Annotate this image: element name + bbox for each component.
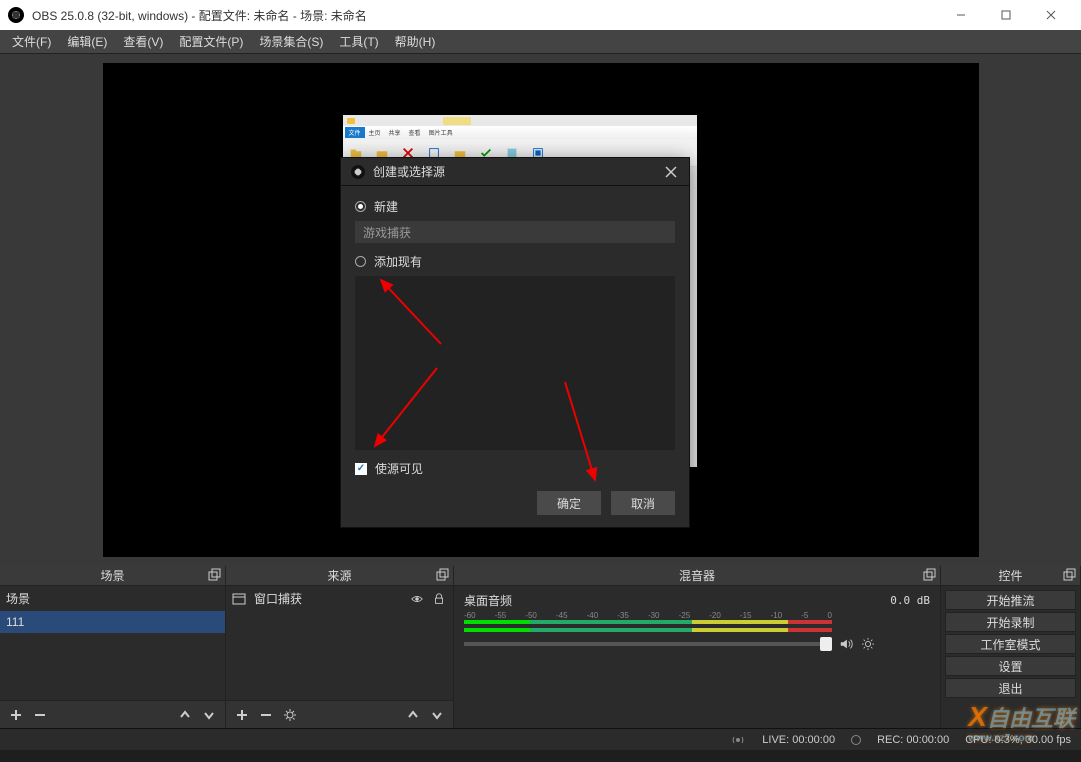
menu-edit[interactable]: 编辑(E) (59, 29, 115, 54)
radio-icon (355, 256, 366, 267)
add-source-button[interactable] (234, 707, 250, 723)
radio-icon (355, 201, 366, 212)
popout-icon[interactable] (922, 568, 936, 582)
radio-new[interactable]: 新建 (355, 198, 675, 215)
dialog-title: 创建或选择源 (373, 163, 663, 180)
volume-slider[interactable] (464, 642, 832, 646)
close-button[interactable] (1028, 0, 1073, 30)
move-up-button[interactable] (405, 707, 421, 723)
add-scene-button[interactable] (8, 707, 24, 723)
menu-profile[interactable]: 配置文件(P) (171, 29, 251, 54)
annotation-arrow-icon (367, 362, 447, 452)
source-properties-button[interactable] (282, 707, 298, 723)
checkbox-make-visible[interactable]: ✓ 使源可见 (355, 460, 675, 477)
move-up-button[interactable] (177, 707, 193, 723)
popout-icon[interactable] (1062, 568, 1076, 582)
popout-icon[interactable] (435, 568, 449, 582)
maximize-button[interactable] (983, 0, 1028, 30)
menu-help[interactable]: 帮助(H) (387, 29, 444, 54)
radio-existing-label: 添加现有 (374, 253, 422, 270)
existing-sources-list[interactable] (355, 276, 675, 450)
scene-item[interactable]: 111 (0, 611, 225, 633)
lock-toggle-icon[interactable] (431, 591, 447, 607)
audio-meter (464, 628, 832, 632)
ribbon-tab-view: 查看 (405, 127, 425, 138)
broadcast-icon (730, 732, 746, 748)
menubar: 文件(F) 编辑(E) 查看(V) 配置文件(P) 场景集合(S) 工具(T) … (0, 30, 1081, 54)
move-down-button[interactable] (429, 707, 445, 723)
start-recording-button[interactable]: 开始录制 (945, 612, 1076, 632)
menu-tools[interactable]: 工具(T) (331, 29, 386, 54)
create-select-source-dialog: 创建或选择源 新建 添加现有 ✓ 使源可见 确定 取消 (340, 157, 690, 528)
scenes-list[interactable]: 场景 111 (0, 586, 225, 700)
folder-icon (347, 118, 355, 124)
sources-title: 来源 (327, 567, 351, 584)
remove-source-button[interactable] (258, 707, 274, 723)
controls-title: 控件 (998, 567, 1022, 584)
exit-button[interactable]: 退出 (945, 678, 1076, 698)
source-item[interactable]: 窗口捕获 (226, 586, 453, 611)
radio-new-label: 新建 (374, 198, 398, 215)
ribbon-tab-home: 主页 (365, 127, 385, 138)
ribbon-tab-share: 共享 (385, 127, 405, 138)
start-streaming-button[interactable]: 开始推流 (945, 590, 1076, 610)
window-icon (232, 592, 246, 606)
window-title: OBS 25.0.8 (32-bit, windows) - 配置文件: 未命名… (32, 7, 938, 24)
mixer-db-value: 0.0 dB (890, 594, 930, 607)
ok-button[interactable]: 确定 (537, 491, 601, 515)
mixer-title: 混音器 (679, 567, 715, 584)
visibility-toggle-icon[interactable] (409, 591, 425, 607)
annotation-arrow-icon (371, 274, 451, 354)
checkbox-label: 使源可见 (375, 460, 423, 477)
mixer-panel: 混音器 桌面音频 0.0 dB -60-55-50-45-40-35-30-25… (454, 566, 941, 728)
remove-scene-button[interactable] (32, 707, 48, 723)
studio-mode-button[interactable]: 工作室模式 (945, 634, 1076, 654)
dialog-close-button[interactable] (663, 164, 679, 180)
speaker-icon[interactable] (838, 636, 854, 652)
ribbon-tab-pictools: 图片工具 (425, 127, 457, 138)
menu-view[interactable]: 查看(V) (115, 29, 171, 54)
rec-indicator-icon (851, 735, 861, 745)
obs-logo-icon (8, 7, 24, 23)
audio-meter (464, 620, 832, 624)
sources-list[interactable]: 窗口捕获 (226, 586, 453, 700)
menu-scene-collection[interactable]: 场景集合(S) (251, 29, 331, 54)
scenes-panel: 场景 场景 111 (0, 566, 226, 728)
ribbon-tab-file: 文件 (345, 127, 365, 138)
statusbar: LIVE: 00:00:00 REC: 00:00:00 CPU: 0.3%, … (0, 728, 1081, 750)
checkbox-icon: ✓ (355, 463, 367, 475)
controls-panel: 控件 开始推流 开始录制 工作室模式 设置 退出 (941, 566, 1081, 728)
source-item-label: 窗口捕获 (254, 590, 302, 607)
status-rec: REC: 00:00:00 (877, 734, 949, 746)
obs-logo-icon (351, 165, 365, 179)
scene-item[interactable]: 场景 (0, 586, 225, 611)
new-source-name-input[interactable] (355, 221, 675, 243)
settings-button[interactable]: 设置 (945, 656, 1076, 676)
mixer-track-name: 桌面音频 (464, 592, 512, 609)
menu-file[interactable]: 文件(F) (4, 29, 59, 54)
status-live: LIVE: 00:00:00 (762, 734, 835, 746)
radio-add-existing[interactable]: 添加现有 (355, 253, 675, 270)
status-cpu-fps: CPU: 0.3%, 30.00 fps (965, 734, 1071, 746)
sources-panel: 来源 窗口捕获 (226, 566, 454, 728)
cancel-button[interactable]: 取消 (611, 491, 675, 515)
mixer-track: 桌面音频 0.0 dB -60-55-50-45-40-35-30-25-20-… (454, 586, 940, 658)
meter-scale: -60-55-50-45-40-35-30-25-20-15-10-50 (464, 611, 832, 620)
window-titlebar: OBS 25.0.8 (32-bit, windows) - 配置文件: 未命名… (0, 0, 1081, 30)
popout-icon[interactable] (207, 568, 221, 582)
move-down-button[interactable] (201, 707, 217, 723)
scenes-title: 场景 (100, 567, 124, 584)
minimize-button[interactable] (938, 0, 983, 30)
gear-icon[interactable] (860, 636, 876, 652)
